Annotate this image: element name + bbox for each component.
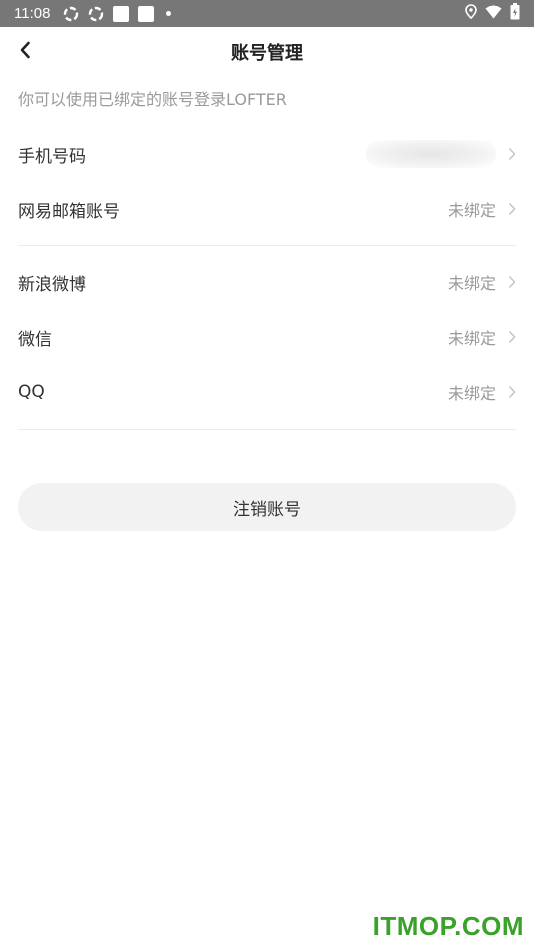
bind-status: 未绑定 — [447, 329, 496, 348]
bind-status: 未绑定 — [447, 274, 496, 293]
account-label: 新浪微博 — [18, 274, 86, 295]
account-row-wechat[interactable]: 微信 未绑定 — [18, 310, 518, 364]
chevron-right-icon — [508, 202, 518, 216]
location-icon — [465, 4, 477, 23]
notification-square-icon — [112, 5, 130, 23]
account-label: 手机号码 — [18, 146, 86, 167]
account-row-weibo[interactable]: 新浪微博 未绑定 — [18, 255, 518, 309]
bind-status: 未绑定 — [447, 384, 496, 403]
page-title: 账号管理 — [231, 43, 303, 64]
login-hint: 你可以使用已绑定的账号登录LOFTER — [18, 90, 287, 109]
sync-icon — [62, 5, 80, 23]
watermark-logo: ITMOP.COM — [372, 911, 524, 941]
account-label: 微信 — [18, 329, 52, 350]
chevron-left-icon — [19, 41, 31, 63]
blurred-phone-value — [366, 140, 496, 168]
bind-status: 未绑定 — [447, 201, 496, 220]
dot-icon — [166, 11, 172, 16]
status-bar: 11:08 — [0, 0, 534, 27]
nav-bar: 账号管理 — [0, 27, 534, 77]
section-divider — [18, 245, 516, 246]
battery-icon — [510, 3, 520, 24]
account-label: 网易邮箱账号 — [18, 201, 120, 222]
account-row-qq[interactable]: QQ 未绑定 — [18, 365, 518, 419]
chevron-right-icon — [508, 385, 518, 399]
status-time: 11:08 — [14, 5, 51, 22]
chevron-right-icon — [508, 330, 518, 344]
chevron-right-icon — [508, 275, 518, 289]
account-row-netease-mail[interactable]: 网易邮箱账号 未绑定 — [18, 182, 518, 236]
cancel-account-button[interactable]: 注销账号 — [18, 483, 516, 531]
section-divider — [18, 429, 516, 430]
wifi-icon — [485, 5, 502, 23]
chevron-right-icon — [508, 147, 518, 161]
account-row-phone[interactable]: 手机号码 — [18, 127, 518, 181]
account-label: QQ — [18, 382, 45, 402]
back-button[interactable] — [8, 35, 42, 69]
sync-icon — [87, 5, 105, 23]
notification-square-icon — [137, 5, 155, 23]
